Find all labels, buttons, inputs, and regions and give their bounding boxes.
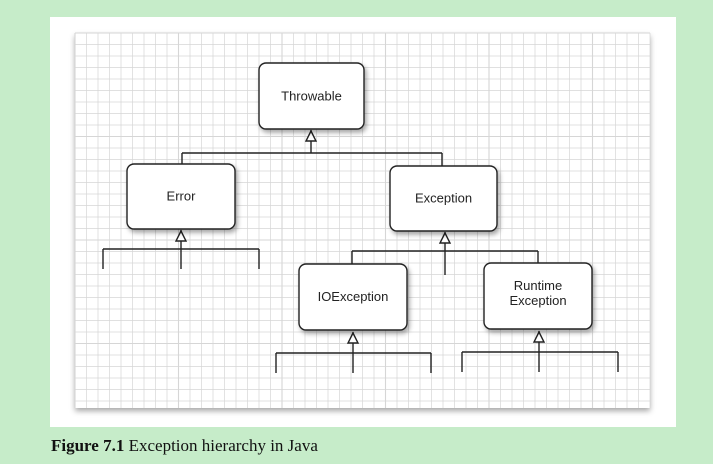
- figure-panel: Throwable Error Exception IOException Ru…: [50, 17, 676, 427]
- node-exception: Exception: [389, 165, 498, 232]
- node-exception-label: Exception: [415, 191, 472, 206]
- node-error-label: Error: [167, 189, 197, 204]
- node-throwable-label: Throwable: [281, 89, 342, 104]
- hierarchy-diagram: Throwable Error Exception IOException Ru…: [74, 32, 651, 408]
- node-ioexception-label: IOException: [318, 289, 389, 304]
- caption-label: Figure 7.1: [51, 436, 125, 455]
- node-runtime-label-line2: Exception: [509, 293, 566, 308]
- node-ioexception: IOException: [298, 263, 408, 331]
- node-runtime-exception: Runtime Exception: [483, 262, 593, 330]
- node-runtime-label-line1: Runtime: [514, 278, 562, 293]
- node-throwable: Throwable: [258, 62, 365, 130]
- node-error: Error: [126, 163, 236, 230]
- caption-text: Exception hierarchy in Java: [128, 436, 318, 455]
- page: Throwable Error Exception IOException Ru…: [0, 0, 713, 464]
- figure-caption: Figure 7.1 Exception hierarchy in Java: [51, 436, 318, 456]
